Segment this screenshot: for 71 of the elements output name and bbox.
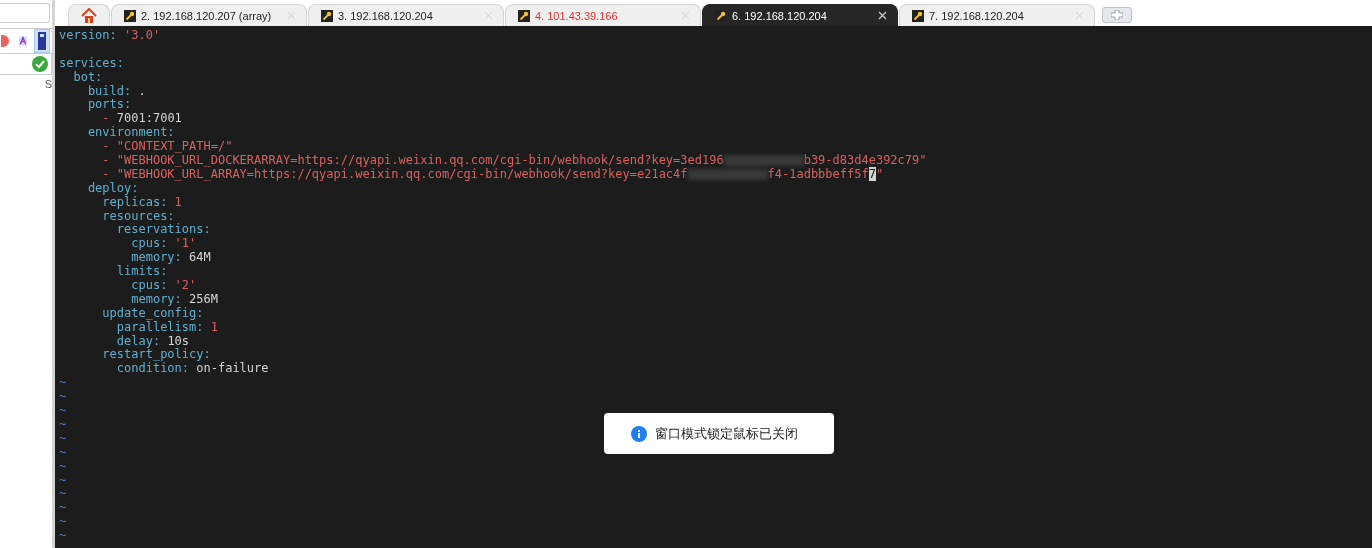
new-tab-button[interactable]	[1102, 7, 1132, 23]
key-icon	[518, 9, 530, 22]
empty-line-marker: ~	[59, 375, 67, 390]
yaml-key: resources:	[59, 208, 175, 223]
yaml-value: 1	[209, 319, 218, 334]
empty-line-marker: ~	[59, 528, 67, 543]
yaml-key: memory:	[59, 250, 182, 265]
yaml-value: .	[137, 83, 146, 98]
key-icon	[321, 9, 333, 22]
yaml-key: bot:	[59, 69, 103, 84]
yaml-value: - "CONTEXT_PATH=/"	[101, 139, 233, 154]
yaml-key: ports:	[59, 97, 132, 112]
yaml-key: environment:	[59, 125, 175, 140]
yaml-value: 10s	[167, 333, 190, 348]
yaml-value: - "WEBHOOK_URL_ARRAY=https://qyapi.weixin.qq.com/cgi-bin/webhook/send?key=e21ac4f	[101, 166, 688, 181]
yaml-key: condition:	[59, 361, 190, 376]
yaml-value: on-failure	[196, 361, 269, 376]
yaml-value: b39-d83d4e392c79"	[803, 153, 927, 167]
key-icon	[124, 9, 136, 22]
yaml-key: version:	[59, 28, 117, 42]
yaml-value: - "WEBHOOK_URL_DOCKERARRAY=https://qyapi.weixin.qq.com/cgi-bin/webhook/send?key=3ed196	[101, 153, 724, 167]
yaml-key: delay:	[59, 333, 161, 348]
panel-icon[interactable]	[34, 29, 50, 53]
empty-line-marker: ~	[59, 444, 67, 459]
yaml-key: replicas:	[59, 194, 168, 209]
empty-line-marker: ~	[59, 472, 67, 487]
plus-icon	[1111, 10, 1123, 20]
yaml-value: '1'	[173, 236, 197, 251]
yaml-key: services:	[59, 55, 125, 70]
empty-line-marker: ~	[59, 430, 67, 445]
yaml-key: reservations:	[59, 222, 211, 237]
empty-line-marker: ~	[59, 403, 67, 418]
key-icon	[715, 9, 727, 22]
yaml-value: '2'	[173, 278, 197, 293]
toast-message: 窗口模式锁定鼠标已关闭	[655, 424, 798, 443]
empty-line-marker: ~	[59, 500, 67, 515]
empty-line-marker: ~	[59, 486, 67, 501]
session-tab[interactable]: 6. 192.168.120.204	[702, 4, 898, 26]
yaml-key: build:	[59, 83, 132, 98]
yaml-key: update_config:	[59, 305, 204, 320]
yaml-key: deploy:	[59, 180, 139, 195]
info-icon	[631, 425, 647, 442]
yaml-value: '3.0'	[123, 28, 161, 42]
yaml-value: 256M	[188, 291, 218, 306]
home-tab[interactable]	[68, 4, 110, 26]
yaml-value: 64M	[188, 250, 211, 265]
text-cursor: 7	[868, 166, 876, 181]
home-icon	[81, 8, 97, 23]
empty-line-marker: ~	[59, 416, 67, 431]
yaml-key: restart_policy:	[59, 347, 211, 362]
yaml-value: 1	[173, 194, 182, 209]
input-field[interactable]	[0, 3, 50, 23]
yaml-key: parallelism:	[59, 319, 204, 334]
empty-line-marker: ~	[59, 514, 67, 529]
yaml-key: cpus:	[59, 278, 168, 293]
session-tab[interactable]: 7. 192.168.120.204	[899, 4, 1095, 26]
empty-line-marker: ~	[59, 389, 67, 404]
yaml-value: f4-1adbbbeff5f	[767, 166, 869, 181]
yaml-key: memory:	[59, 291, 182, 306]
empty-line-marker: ~	[59, 458, 67, 473]
close-icon[interactable]	[878, 11, 887, 20]
yaml-key: limits:	[59, 264, 168, 279]
session-tab[interactable]: 2. 192.168.120.207 (array)	[111, 4, 307, 26]
yaml-value: "	[875, 166, 884, 181]
yaml-value: -	[101, 111, 110, 126]
partial-text: S	[44, 78, 52, 90]
yaml-value: 7001:7001	[115, 111, 182, 126]
key-icon	[912, 9, 924, 22]
session-tab[interactable]: 4. 101.43.39.166	[505, 4, 701, 26]
session-tab[interactable]: 3. 192.168.120.204	[308, 4, 504, 26]
yaml-key: cpus:	[59, 236, 168, 251]
